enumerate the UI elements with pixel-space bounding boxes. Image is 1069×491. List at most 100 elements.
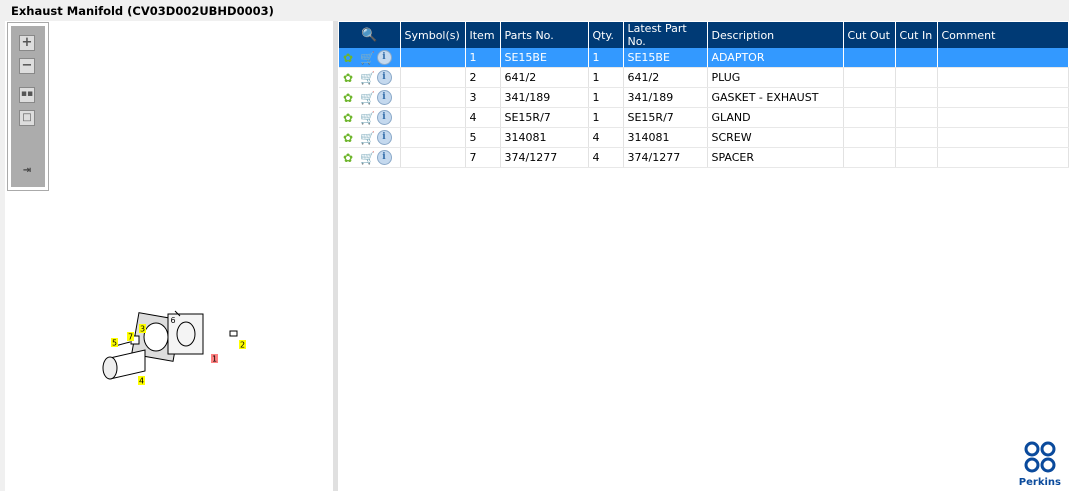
cell-symbols bbox=[400, 67, 466, 88]
cart-icon[interactable]: 🛒 bbox=[359, 111, 377, 125]
cell-parts-no: SE15R/7 bbox=[500, 107, 589, 128]
fit-all-button[interactable]: ▪▪ bbox=[19, 87, 35, 103]
cell-description: ADAPTOR bbox=[707, 48, 844, 68]
header-comment[interactable]: Comment bbox=[937, 22, 1069, 48]
gear-icon[interactable]: ✿ bbox=[343, 111, 355, 125]
callout-5[interactable]: 5 bbox=[112, 339, 117, 348]
row-actions: ✿ 🛒 i bbox=[339, 67, 401, 88]
cell-cut-out bbox=[843, 67, 896, 88]
cell-cut-out bbox=[843, 127, 896, 148]
gear-icon[interactable]: ✿ bbox=[343, 51, 355, 65]
row-actions: ✿ 🛒 i bbox=[339, 107, 401, 128]
cart-icon[interactable]: 🛒 bbox=[359, 131, 377, 145]
cell-symbols bbox=[400, 107, 466, 128]
cell-parts-no: 341/189 bbox=[500, 87, 589, 108]
cell-latest-part-no: 641/2 bbox=[623, 67, 708, 88]
cell-comment bbox=[937, 127, 1069, 148]
cell-cut-in bbox=[895, 48, 938, 68]
row-actions: ✿ 🛒 i bbox=[339, 147, 401, 168]
magnifier-icon: 🔍 bbox=[361, 27, 378, 43]
row-actions: ✿ 🛒 i bbox=[339, 87, 401, 108]
cell-qty: 1 bbox=[588, 48, 624, 68]
gear-icon[interactable]: ✿ bbox=[343, 71, 355, 85]
header-cut-in[interactable]: Cut In bbox=[895, 22, 938, 48]
cell-item: 4 bbox=[465, 107, 501, 128]
gear-icon[interactable]: ✿ bbox=[343, 151, 355, 165]
header-symbols[interactable]: Symbol(s) bbox=[400, 22, 466, 48]
table-row[interactable]: ✿ 🛒 i 3 341/189 1 341/189 GASKET - EXHAUS… bbox=[339, 87, 1069, 108]
header-parts-no[interactable]: Parts No. bbox=[500, 22, 589, 48]
cell-parts-no: 641/2 bbox=[500, 67, 589, 88]
cell-description: GASKET - EXHAUST bbox=[707, 87, 844, 108]
cart-icon[interactable]: 🛒 bbox=[359, 51, 377, 65]
cart-icon[interactable]: 🛒 bbox=[359, 151, 377, 165]
cell-qty: 4 bbox=[588, 147, 624, 168]
cell-item: 5 bbox=[465, 127, 501, 148]
header-cut-out[interactable]: Cut Out bbox=[843, 22, 896, 48]
table-row[interactable]: ✿ 🛒 i 2 641/2 1 641/2 PLUG bbox=[339, 67, 1069, 88]
table-row[interactable]: ✿ 🛒 i 1 SE15BE 1 SE15BE ADAPTOR bbox=[339, 48, 1069, 68]
cell-symbols bbox=[400, 147, 466, 168]
callout-1[interactable]: 1 bbox=[212, 355, 217, 364]
table-row[interactable]: ✿ 🛒 i 7 374/1277 4 374/1277 SPACER bbox=[339, 147, 1069, 168]
table-row[interactable]: ✿ 🛒 i 4 SE15R/7 1 SE15R/7 GLAND bbox=[339, 107, 1069, 128]
cell-item: 7 bbox=[465, 147, 501, 168]
cell-latest-part-no: 374/1277 bbox=[623, 147, 708, 168]
cell-item: 2 bbox=[465, 67, 501, 88]
square-icon: □ bbox=[22, 112, 32, 123]
header-latest-part-no[interactable]: Latest Part No. bbox=[623, 22, 708, 48]
cell-cut-out bbox=[843, 48, 896, 68]
table-row[interactable]: ✿ 🛒 i 5 314081 4 314081 SCREW bbox=[339, 127, 1069, 148]
actual-size-button[interactable]: □ bbox=[19, 110, 35, 126]
export-button[interactable]: ⇥ bbox=[19, 164, 35, 180]
cell-cut-in bbox=[895, 147, 938, 168]
header-description[interactable]: Description bbox=[707, 22, 844, 48]
cell-qty: 1 bbox=[588, 107, 624, 128]
callout-4[interactable]: 4 bbox=[139, 377, 144, 386]
viewer-toolbar: + − ▪▪ □ ⇥ bbox=[7, 22, 49, 191]
cart-icon[interactable]: 🛒 bbox=[359, 91, 377, 105]
cell-comment bbox=[937, 147, 1069, 168]
cell-qty: 1 bbox=[588, 87, 624, 108]
info-icon[interactable]: i bbox=[376, 110, 392, 125]
parts-table: 🔍 Symbol(s) Item Parts No. Qty. Latest P… bbox=[339, 22, 1069, 168]
cell-cut-in bbox=[895, 67, 938, 88]
cell-latest-part-no: 314081 bbox=[623, 127, 708, 148]
callout-6[interactable]: 6 bbox=[170, 316, 175, 325]
search-column-header[interactable]: 🔍 bbox=[339, 22, 401, 48]
header-item[interactable]: Item bbox=[465, 22, 501, 48]
cell-symbols bbox=[400, 87, 466, 108]
export-arrow-icon: ⇥ bbox=[22, 165, 32, 176]
info-icon[interactable]: i bbox=[376, 130, 392, 145]
callout-2[interactable]: 2 bbox=[240, 341, 245, 350]
cell-cut-out bbox=[843, 87, 896, 108]
cell-description: SPACER bbox=[707, 147, 844, 168]
cell-cut-in bbox=[895, 107, 938, 128]
info-icon[interactable]: i bbox=[376, 150, 392, 165]
info-icon[interactable]: i bbox=[376, 90, 392, 105]
cell-description: GLAND bbox=[707, 107, 844, 128]
page-title: Exhaust Manifold (CV03D002UBHD0003) bbox=[11, 4, 274, 18]
info-icon[interactable]: i bbox=[376, 70, 392, 85]
header-qty[interactable]: Qty. bbox=[588, 22, 624, 48]
gear-icon[interactable]: ✿ bbox=[343, 131, 355, 145]
cell-symbols bbox=[400, 48, 466, 68]
cell-item: 1 bbox=[465, 48, 501, 68]
callout-3[interactable]: 3 bbox=[140, 325, 145, 334]
cell-cut-in bbox=[895, 87, 938, 108]
exploded-diagram: 1 2 3 4 5 6 7 bbox=[102, 310, 246, 386]
cart-icon[interactable]: 🛒 bbox=[359, 71, 377, 85]
info-icon[interactable]: i bbox=[376, 50, 392, 65]
perkins-emblem-icon bbox=[1024, 441, 1056, 473]
cell-comment bbox=[937, 48, 1069, 68]
diagram-panel: + − ▪▪ □ ⇥ 1 2 3 4 5 6 7 bbox=[5, 21, 333, 491]
callout-7[interactable]: 7 bbox=[128, 333, 133, 342]
row-actions: ✿ 🛒 i bbox=[339, 48, 401, 68]
zoom-in-button[interactable]: + bbox=[19, 35, 35, 51]
gear-icon[interactable]: ✿ bbox=[343, 91, 355, 105]
zoom-out-button[interactable]: − bbox=[19, 58, 35, 74]
cell-item: 3 bbox=[465, 87, 501, 108]
row-actions: ✿ 🛒 i bbox=[339, 127, 401, 148]
grid-icon: ▪▪ bbox=[20, 89, 34, 99]
cell-description: PLUG bbox=[707, 67, 844, 88]
